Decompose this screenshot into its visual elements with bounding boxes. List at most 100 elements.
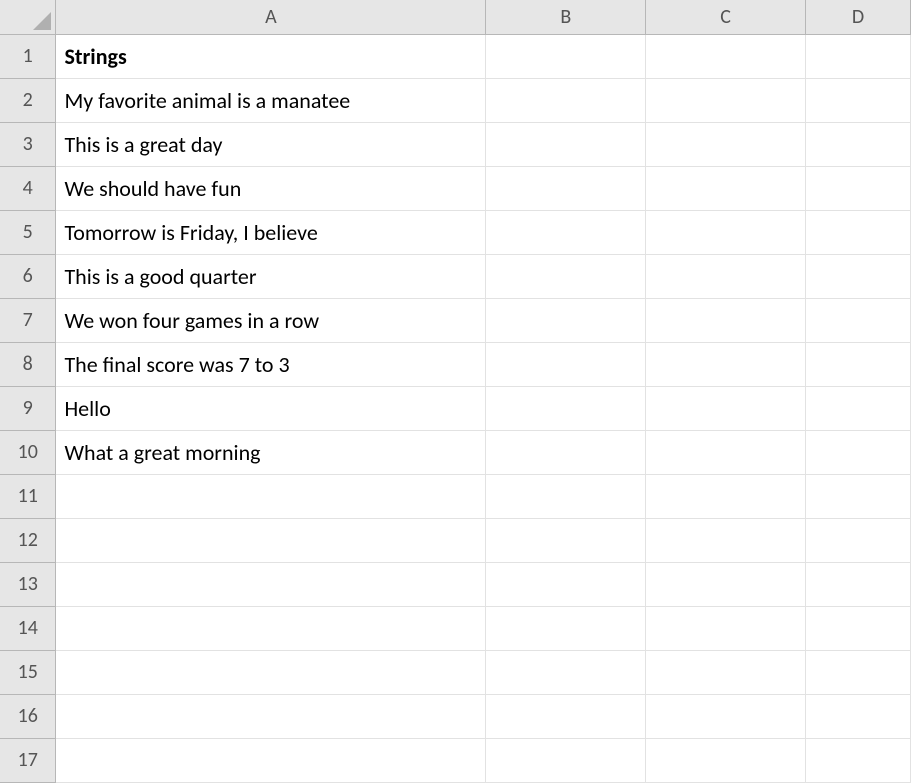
cell-b3[interactable] (486, 122, 646, 166)
cell-b12[interactable] (486, 518, 646, 562)
cell-c15[interactable] (646, 650, 806, 694)
cell-d11[interactable] (806, 474, 911, 518)
grid-row: 3 This is a great day (0, 122, 911, 166)
cell-d17[interactable] (806, 738, 911, 782)
cell-b13[interactable] (486, 562, 646, 606)
cell-b14[interactable] (486, 606, 646, 650)
cell-b4[interactable] (486, 166, 646, 210)
cell-a2[interactable]: My favorite animal is a manatee (56, 78, 486, 122)
cell-a13[interactable] (56, 562, 486, 606)
cell-c11[interactable] (646, 474, 806, 518)
cell-c13[interactable] (646, 562, 806, 606)
cell-b10[interactable] (486, 430, 646, 474)
row-header-10[interactable]: 10 (0, 430, 56, 474)
cell-b5[interactable] (486, 210, 646, 254)
cell-a15[interactable] (56, 650, 486, 694)
cell-c1[interactable] (646, 34, 806, 78)
cell-a10[interactable]: What a great morning (56, 430, 486, 474)
column-header-c[interactable]: C (646, 0, 806, 34)
row-header-6[interactable]: 6 (0, 254, 56, 298)
row-header-3[interactable]: 3 (0, 122, 56, 166)
cell-c17[interactable] (646, 738, 806, 782)
cell-d15[interactable] (806, 650, 911, 694)
cell-c7[interactable] (646, 298, 806, 342)
grid-row: 15 (0, 650, 911, 694)
row-header-4[interactable]: 4 (0, 166, 56, 210)
cell-a17[interactable] (56, 738, 486, 782)
row-header-8[interactable]: 8 (0, 342, 56, 386)
cell-b15[interactable] (486, 650, 646, 694)
cell-b2[interactable] (486, 78, 646, 122)
cell-a3[interactable]: This is a great day (56, 122, 486, 166)
cell-d8[interactable] (806, 342, 911, 386)
cell-d14[interactable] (806, 606, 911, 650)
grid-row: 5 Tomorrow is Friday, I believe (0, 210, 911, 254)
row-header-5[interactable]: 5 (0, 210, 56, 254)
cell-a9[interactable]: Hello (56, 386, 486, 430)
cell-d10[interactable] (806, 430, 911, 474)
cell-a12[interactable] (56, 518, 486, 562)
cell-d13[interactable] (806, 562, 911, 606)
cell-d2[interactable] (806, 78, 911, 122)
cell-c12[interactable] (646, 518, 806, 562)
cell-a16[interactable] (56, 694, 486, 738)
cell-b9[interactable] (486, 386, 646, 430)
row-header-13[interactable]: 13 (0, 562, 56, 606)
cell-d6[interactable] (806, 254, 911, 298)
cell-d3[interactable] (806, 122, 911, 166)
cell-c8[interactable] (646, 342, 806, 386)
row-header-2[interactable]: 2 (0, 78, 56, 122)
cell-d5[interactable] (806, 210, 911, 254)
cell-a6[interactable]: This is a good quarter (56, 254, 486, 298)
cell-c2[interactable] (646, 78, 806, 122)
row-header-11[interactable]: 11 (0, 474, 56, 518)
row-header-12[interactable]: 12 (0, 518, 56, 562)
grid-row: 10 What a great morning (0, 430, 911, 474)
cell-c5[interactable] (646, 210, 806, 254)
cell-a4[interactable]: We should have fun (56, 166, 486, 210)
cell-d7[interactable] (806, 298, 911, 342)
column-header-b[interactable]: B (486, 0, 646, 34)
cell-a8[interactable]: The final score was 7 to 3 (56, 342, 486, 386)
cell-c10[interactable] (646, 430, 806, 474)
cell-a5[interactable]: Tomorrow is Friday, I believe (56, 210, 486, 254)
cell-b11[interactable] (486, 474, 646, 518)
cell-b16[interactable] (486, 694, 646, 738)
row-header-7[interactable]: 7 (0, 298, 56, 342)
cell-c4[interactable] (646, 166, 806, 210)
row-header-14[interactable]: 14 (0, 606, 56, 650)
select-all-corner[interactable] (0, 0, 56, 34)
cell-c9[interactable] (646, 386, 806, 430)
grid-row: 17 (0, 738, 911, 782)
cell-c16[interactable] (646, 694, 806, 738)
cell-a7[interactable]: We won four games in a row (56, 298, 486, 342)
column-header-a[interactable]: A (56, 0, 486, 34)
cell-d9[interactable] (806, 386, 911, 430)
cell-a14[interactable] (56, 606, 486, 650)
cell-b6[interactable] (486, 254, 646, 298)
row-header-15[interactable]: 15 (0, 650, 56, 694)
grid-row: 6 This is a good quarter (0, 254, 911, 298)
cell-d12[interactable] (806, 518, 911, 562)
column-header-d[interactable]: D (806, 0, 911, 34)
cell-b8[interactable] (486, 342, 646, 386)
cell-b17[interactable] (486, 738, 646, 782)
cell-d16[interactable] (806, 694, 911, 738)
grid-row: 13 (0, 562, 911, 606)
grid-row: 11 (0, 474, 911, 518)
cell-b7[interactable] (486, 298, 646, 342)
row-header-1[interactable]: 1 (0, 34, 56, 78)
cell-c3[interactable] (646, 122, 806, 166)
cell-d4[interactable] (806, 166, 911, 210)
cell-a1[interactable]: Strings (56, 34, 486, 78)
row-header-17[interactable]: 17 (0, 738, 56, 782)
row-header-16[interactable]: 16 (0, 694, 56, 738)
cell-a11[interactable] (56, 474, 486, 518)
cell-c14[interactable] (646, 606, 806, 650)
cell-b1[interactable] (486, 34, 646, 78)
grid-row: 8 The final score was 7 to 3 (0, 342, 911, 386)
cell-c6[interactable] (646, 254, 806, 298)
grid-row: 7 We won four games in a row (0, 298, 911, 342)
row-header-9[interactable]: 9 (0, 386, 56, 430)
cell-d1[interactable] (806, 34, 911, 78)
